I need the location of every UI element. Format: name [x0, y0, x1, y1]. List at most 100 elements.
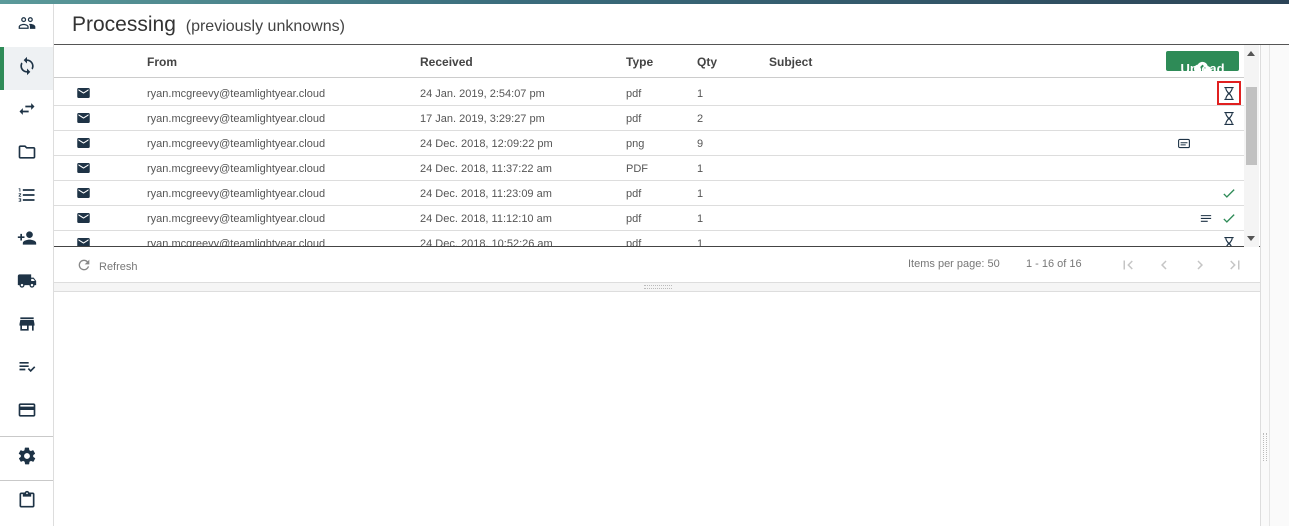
sidebar-item-folders[interactable] — [0, 133, 53, 176]
people-icon — [17, 13, 37, 38]
last-page-button[interactable] — [1226, 256, 1244, 274]
column-header-subject[interactable]: Subject — [769, 55, 812, 69]
scroll-thumb[interactable] — [1246, 87, 1257, 165]
previous-page-button[interactable] — [1155, 256, 1173, 274]
cell-qty: 9 — [697, 138, 704, 150]
hourglass-icon[interactable] — [1217, 81, 1241, 105]
mail-icon — [77, 188, 90, 198]
folder-icon — [17, 142, 37, 167]
page-subtitle: (previously unknowns) — [185, 18, 345, 35]
mail-icon — [77, 238, 90, 246]
cell-qty: 1 — [697, 163, 704, 175]
sidebar-item-clipboard[interactable] — [0, 481, 53, 524]
refresh-icon — [76, 257, 92, 276]
person-add-icon — [17, 228, 37, 253]
next-page-button[interactable] — [1191, 256, 1209, 274]
right-panel-gutter[interactable] — [1260, 45, 1289, 526]
column-header-type[interactable]: Type — [626, 55, 653, 69]
check-icon[interactable] — [1222, 186, 1236, 200]
cell-from: ryan.mcgreevy@teamlightyear.cloud — [147, 138, 326, 150]
panel-splitter[interactable] — [54, 283, 1260, 292]
hourglass-icon[interactable] — [1222, 111, 1236, 125]
grid-scrollbar[interactable] — [1244, 45, 1259, 247]
mail-icon — [77, 113, 90, 123]
sidebar-item-billing[interactable] — [0, 391, 53, 434]
list-icon — [17, 185, 37, 210]
sidebar-item-transfers[interactable] — [0, 90, 53, 133]
scroll-up-arrow[interactable] — [1247, 51, 1255, 56]
table-row[interactable]: ryan.mcgreevy@teamlightyear.cloud 24 Jan.… — [54, 81, 1244, 106]
column-header-qty[interactable]: Qty — [697, 55, 717, 69]
sidebar-item-settings[interactable] — [0, 437, 53, 480]
cell-qty: 1 — [697, 238, 704, 247]
gutter-grip[interactable] — [1263, 433, 1267, 461]
items-per-page: Items per page: 50 — [908, 258, 1000, 270]
refresh-button[interactable]: Refresh — [76, 257, 138, 276]
cell-from: ryan.mcgreevy@teamlightyear.cloud — [147, 113, 326, 125]
cell-received: 24 Jan. 2019, 2:54:07 pm — [420, 88, 545, 100]
refresh-label: Refresh — [99, 260, 138, 273]
cell-qty: 2 — [697, 113, 704, 125]
check-icon[interactable] — [1222, 211, 1236, 225]
sidebar — [0, 4, 54, 526]
gutter-divider — [1269, 45, 1270, 526]
items-per-page-value[interactable]: 50 — [988, 258, 1000, 270]
cell-from: ryan.mcgreevy@teamlightyear.cloud — [147, 188, 326, 200]
cell-type: pdf — [626, 213, 642, 225]
message-icon[interactable] — [1177, 136, 1191, 150]
card-icon — [17, 400, 37, 425]
cell-from: ryan.mcgreevy@teamlightyear.cloud — [147, 238, 326, 247]
cell-type: pdf — [626, 113, 642, 125]
scroll-down-arrow[interactable] — [1247, 236, 1255, 241]
page-title: Processing (previously unknowns) — [72, 13, 345, 36]
sidebar-item-list[interactable] — [0, 176, 53, 219]
truck-icon — [17, 271, 37, 296]
sidebar-item-people[interactable] — [0, 4, 53, 47]
table-row[interactable]: ryan.mcgreevy@teamlightyear.cloud 24 Dec.… — [54, 206, 1244, 231]
cell-type: pdf — [626, 88, 642, 100]
cell-received: 24 Dec. 2018, 11:23:09 am — [420, 188, 552, 200]
table-row[interactable]: ryan.mcgreevy@teamlightyear.cloud 24 Dec.… — [54, 181, 1244, 206]
sidebar-item-processing[interactable] — [0, 47, 53, 90]
table-row[interactable]: ryan.mcgreevy@teamlightyear.cloud 17 Jan.… — [54, 106, 1244, 131]
mail-icon — [77, 88, 90, 98]
clipboard-icon — [17, 490, 37, 515]
hourglass-icon[interactable] — [1222, 236, 1236, 246]
cell-qty: 1 — [697, 188, 704, 200]
table-row[interactable]: ryan.mcgreevy@teamlightyear.cloud 24 Dec.… — [54, 156, 1244, 181]
first-page-button[interactable] — [1119, 256, 1137, 274]
cell-from: ryan.mcgreevy@teamlightyear.cloud — [147, 213, 326, 225]
page-header: Processing (previously unknowns) — [54, 4, 1289, 45]
items-per-page-label: Items per page: — [908, 258, 985, 270]
sidebar-item-delivery[interactable] — [0, 262, 53, 305]
table-row[interactable]: ryan.mcgreevy@teamlightyear.cloud 24 Dec.… — [54, 231, 1244, 247]
detail-panel — [54, 292, 1260, 526]
documents-grid: From Received Type Qty Subject Upload ry… — [54, 45, 1260, 247]
store-icon — [17, 314, 37, 339]
cell-from: ryan.mcgreevy@teamlightyear.cloud — [147, 163, 326, 175]
upload-button[interactable]: Upload — [1166, 51, 1239, 76]
pagination-range: 1 - 16 of 16 — [1026, 258, 1082, 270]
cell-received: 24 Dec. 2018, 10:52:26 am — [420, 238, 553, 247]
cell-type: pdf — [626, 238, 642, 247]
mail-icon — [77, 213, 90, 223]
column-header-from[interactable]: From — [147, 55, 177, 69]
cell-received: 17 Jan. 2019, 3:29:27 pm — [420, 113, 545, 125]
cell-from: ryan.mcgreevy@teamlightyear.cloud — [147, 88, 326, 100]
notes-icon[interactable] — [1199, 211, 1213, 225]
grid-header: From Received Type Qty Subject Upload — [54, 45, 1244, 78]
mail-icon — [77, 163, 90, 173]
sidebar-item-add-person[interactable] — [0, 219, 53, 262]
cell-received: 24 Dec. 2018, 12:09:22 pm — [420, 138, 553, 150]
swap-icon — [17, 99, 37, 124]
table-row[interactable]: ryan.mcgreevy@teamlightyear.cloud 24 Dec.… — [54, 131, 1244, 156]
column-header-received[interactable]: Received — [420, 55, 473, 69]
upload-button-label: Upload — [1180, 61, 1225, 76]
gear-icon — [17, 446, 37, 471]
cell-type: png — [626, 138, 645, 150]
cell-type: pdf — [626, 188, 642, 200]
sync-icon — [17, 56, 37, 81]
sidebar-item-checklist[interactable] — [0, 348, 53, 391]
splitter-grip[interactable] — [644, 285, 672, 289]
sidebar-item-store[interactable] — [0, 305, 53, 348]
